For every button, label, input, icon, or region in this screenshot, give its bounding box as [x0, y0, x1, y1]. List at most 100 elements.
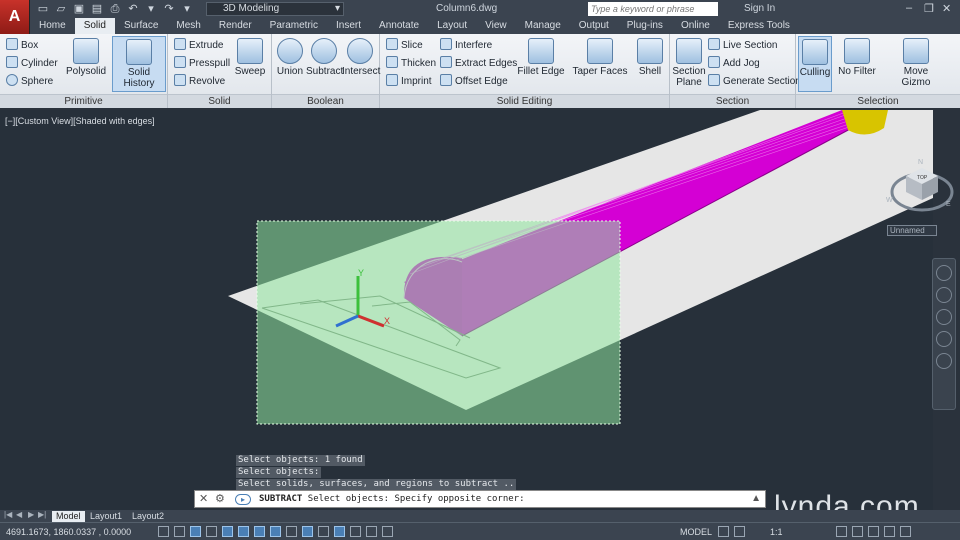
- search-input[interactable]: Type a keyword or phrase: [588, 2, 718, 16]
- named-view-dropdown[interactable]: Unnamed: [887, 225, 937, 236]
- tab-manage[interactable]: Manage: [516, 18, 570, 34]
- culling-button[interactable]: Culling: [798, 36, 832, 92]
- coordinates-readout[interactable]: 4691.1673, 1860.0337 , 0.0000: [6, 527, 131, 537]
- 3d-osnap-icon[interactable]: [254, 526, 265, 537]
- solid-panel-label[interactable]: Solid: [168, 94, 271, 108]
- revolve-button[interactable]: Revolve: [174, 74, 225, 90]
- shell-button[interactable]: Shell: [634, 36, 666, 92]
- subtract-button[interactable]: Subtract: [306, 36, 343, 92]
- tab-output[interactable]: Output: [570, 18, 618, 34]
- prev-layout-icon[interactable]: ◀: [16, 510, 22, 519]
- model-space-toggle[interactable]: MODEL: [680, 527, 712, 537]
- tab-mesh[interactable]: Mesh: [167, 18, 209, 34]
- restore-icon[interactable]: ❐: [924, 2, 934, 15]
- grid-icon[interactable]: [190, 526, 201, 537]
- last-layout-icon[interactable]: ▶|: [38, 510, 46, 519]
- union-button[interactable]: Union: [274, 36, 306, 92]
- plot-icon[interactable]: ⎙: [108, 2, 122, 16]
- open-icon[interactable]: ▱: [54, 2, 68, 16]
- lineweight-icon[interactable]: [318, 526, 329, 537]
- command-prompt-icon[interactable]: ▸: [235, 494, 251, 505]
- layout-tab-layout1[interactable]: Layout1: [86, 511, 126, 522]
- fillet-edge-button[interactable]: Fillet Edge: [516, 36, 566, 92]
- annotation-scale[interactable]: 1:1: [770, 527, 783, 537]
- imprint-button[interactable]: Imprint: [386, 74, 432, 90]
- hardware-acceleration-icon[interactable]: [868, 526, 879, 537]
- tab-home[interactable]: Home: [30, 18, 75, 34]
- layout-tab-layout2[interactable]: Layout2: [128, 511, 168, 522]
- tab-annotate[interactable]: Annotate: [370, 18, 428, 34]
- tab-surface[interactable]: Surface: [115, 18, 167, 34]
- undo-dropdown-icon[interactable]: ▾: [144, 2, 158, 16]
- save-as-icon[interactable]: ▤: [90, 2, 104, 16]
- ducs-icon[interactable]: [286, 526, 297, 537]
- quick-view-drawings-icon[interactable]: [734, 526, 745, 537]
- workspace-dropdown[interactable]: 3D Modeling: [206, 2, 344, 16]
- tab-online[interactable]: Online: [672, 18, 719, 34]
- command-line[interactable]: ✕ ⚙ ▸ SUBTRACT Select objects: Specify o…: [194, 490, 766, 508]
- lock-icon[interactable]: [852, 526, 863, 537]
- boolean-panel-label[interactable]: Boolean: [272, 94, 379, 108]
- zoom-icon[interactable]: [936, 309, 952, 325]
- ortho-icon[interactable]: [206, 526, 217, 537]
- sphere-button[interactable]: Sphere: [6, 74, 53, 90]
- move-gizmo-button[interactable]: Move Gizmo: [888, 36, 944, 92]
- application-menu-button[interactable]: A: [0, 0, 30, 34]
- box-button[interactable]: Box: [6, 38, 38, 54]
- next-layout-icon[interactable]: ▶: [28, 510, 34, 519]
- slice-button[interactable]: Slice: [386, 38, 423, 54]
- primitive-panel-label[interactable]: Primitive: [0, 94, 167, 108]
- steering-wheel-icon[interactable]: [936, 265, 952, 281]
- layout-tab-model[interactable]: Model: [52, 511, 85, 522]
- tab-parametric[interactable]: Parametric: [261, 18, 327, 34]
- tab-layout[interactable]: Layout: [428, 18, 476, 34]
- section-plane-button[interactable]: Section Plane: [672, 36, 706, 92]
- tab-plug-ins[interactable]: Plug-ins: [618, 18, 672, 34]
- no-filter-button[interactable]: No Filter: [836, 36, 878, 92]
- infer-constraints-icon[interactable]: [158, 526, 169, 537]
- extrude-button[interactable]: Extrude: [174, 38, 223, 54]
- dyn-icon[interactable]: [302, 526, 313, 537]
- taper-faces-button[interactable]: Taper Faces: [572, 36, 628, 92]
- undo-icon[interactable]: ↶: [126, 2, 140, 16]
- osnap-icon[interactable]: [238, 526, 249, 537]
- solid-history-button[interactable]: Solid History: [112, 36, 166, 92]
- workspace-switching-icon[interactable]: [836, 526, 847, 537]
- new-icon[interactable]: ▭: [36, 2, 50, 16]
- extract-edges-button[interactable]: Extract Edges: [440, 56, 517, 72]
- tab-render[interactable]: Render: [210, 18, 261, 34]
- chevron-up-icon[interactable]: ▲: [751, 493, 761, 504]
- solid-editing-panel-label[interactable]: Solid Editing: [380, 94, 669, 108]
- quick-view-layouts-icon[interactable]: [718, 526, 729, 537]
- tab-solid[interactable]: Solid: [74, 18, 115, 34]
- polar-icon[interactable]: [222, 526, 233, 537]
- redo-icon[interactable]: ↷: [162, 2, 176, 16]
- snap-icon[interactable]: [174, 526, 185, 537]
- tab-insert[interactable]: Insert: [327, 18, 370, 34]
- selection-panel-label[interactable]: Selection: [796, 94, 960, 108]
- clean-screen-icon[interactable]: [900, 526, 911, 537]
- selection-cycling-icon[interactable]: [366, 526, 377, 537]
- thicken-button[interactable]: Thicken: [386, 56, 436, 72]
- quick-properties-icon[interactable]: [350, 526, 361, 537]
- section-panel-label[interactable]: Section: [670, 94, 795, 108]
- sweep-button[interactable]: Sweep: [230, 36, 270, 92]
- sign-in-button[interactable]: Sign In: [744, 3, 775, 14]
- close-icon[interactable]: ✕: [199, 493, 211, 505]
- cylinder-button[interactable]: Cylinder: [6, 56, 58, 72]
- wrench-icon[interactable]: ⚙: [215, 493, 227, 505]
- 3d-scene[interactable]: Y X: [0, 110, 933, 510]
- command-input[interactable]: SUBTRACT Select objects: Specify opposit…: [259, 494, 525, 504]
- otrack-icon[interactable]: [270, 526, 281, 537]
- save-icon[interactable]: ▣: [72, 2, 86, 16]
- orbit-icon[interactable]: [936, 331, 952, 347]
- interfere-button[interactable]: Interfere: [440, 38, 492, 54]
- redo-dropdown-icon[interactable]: ▾: [180, 2, 194, 16]
- intersect-button[interactable]: Intersect: [342, 36, 380, 92]
- pan-icon[interactable]: [936, 287, 952, 303]
- tab-view[interactable]: View: [476, 18, 516, 34]
- viewport-controls[interactable]: [−][Custom View][Shaded with edges]: [5, 116, 155, 126]
- polysolid-button[interactable]: Polysolid: [64, 36, 108, 92]
- presspull-button[interactable]: Presspull: [174, 56, 230, 72]
- first-layout-icon[interactable]: |◀: [4, 510, 12, 519]
